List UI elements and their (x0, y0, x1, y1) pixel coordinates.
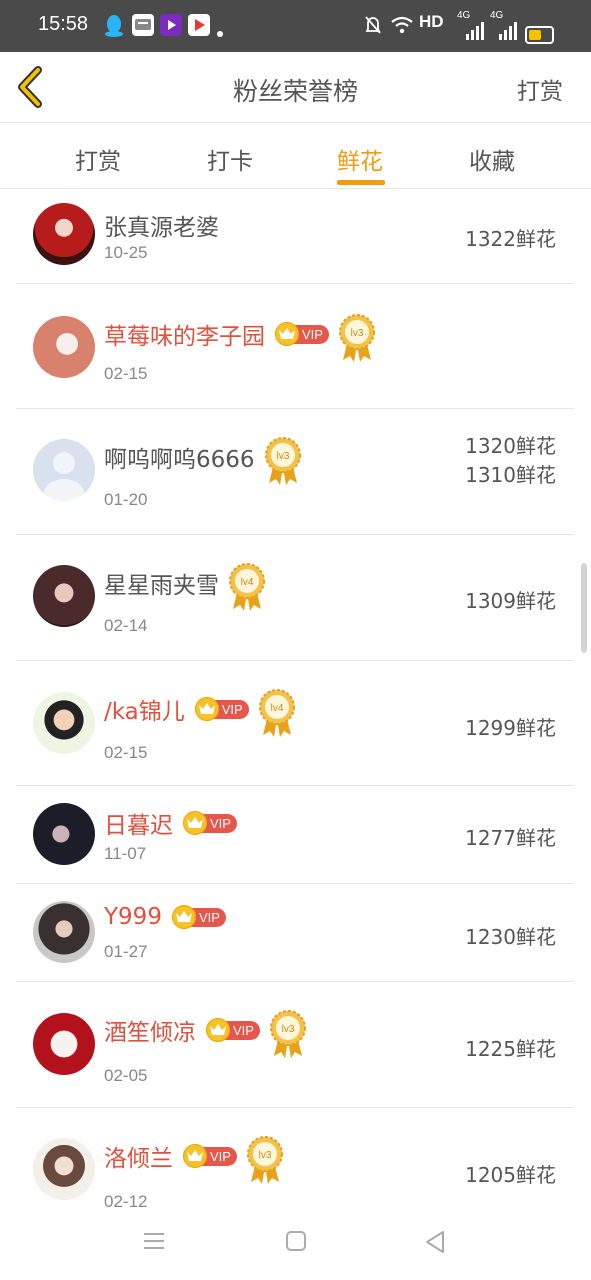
date-label: 01-27 (104, 942, 148, 961)
level-medal-icon: lv4 (257, 687, 297, 739)
user-name[interactable]: 日暮迟 (104, 806, 173, 840)
user-name[interactable]: Y999 (104, 904, 162, 930)
flower-count: 1205鲜花 (465, 1163, 556, 1187)
date-label: 01-20 (104, 490, 148, 509)
ranking-list: 张真源老婆 10-25 1322鲜花 草莓味的李子园 VIP lv3 02-15… (16, 189, 574, 1220)
vip-badge: VIP (183, 1144, 237, 1168)
flower-count: 1225鲜花 (465, 1037, 556, 1061)
list-item[interactable]: 日暮迟 VIP 11-07 1277鲜花 (16, 786, 574, 884)
wifi-icon (390, 16, 414, 39)
level-text: lv3 (351, 328, 364, 339)
system-nav-bar (0, 1212, 591, 1280)
signal-4g-label-2: 4G (490, 10, 504, 21)
avatar[interactable] (33, 901, 95, 963)
list-item[interactable]: 草莓味的李子园 VIP lv3 02-15 1320鲜花 (16, 284, 574, 458)
user-name[interactable]: /ka锦儿 (104, 692, 185, 726)
user-name[interactable]: 洛倾兰 (104, 1139, 173, 1173)
reward-button[interactable]: 打赏 (517, 72, 563, 106)
date-label: 10-25 (104, 243, 148, 262)
list-item[interactable]: Y999 VIP 01-27 1230鲜花 (16, 884, 574, 982)
app-header: 粉丝荣誉榜 打赏 (0, 52, 591, 123)
level-medal-icon: lv4 (227, 561, 267, 613)
active-tab-indicator (337, 180, 385, 185)
vip-badge: VIP (194, 697, 249, 721)
list-item[interactable]: 洛倾兰 VIP lv3 02-12 1205鲜花 (16, 1108, 574, 1220)
battery-icon (525, 26, 554, 44)
status-bar: 15:58 HD 4G 4G (0, 0, 591, 52)
notification-dot (217, 31, 223, 37)
message-app-icon (132, 14, 154, 36)
flower-count: 1277鲜花 (465, 826, 556, 850)
vip-badge: VIP (183, 811, 237, 835)
avatar[interactable] (33, 1013, 95, 1075)
vip-badge: VIP (206, 1018, 260, 1042)
crown-icon (183, 811, 207, 835)
user-name[interactable]: 草莓味的李子园 (104, 317, 265, 351)
tab-reward[interactable]: 打赏 (75, 142, 121, 176)
avatar[interactable] (33, 203, 95, 265)
avatar[interactable] (33, 565, 95, 627)
list-item[interactable]: 酒笙倾凉 VIP lv3 02-05 1225鲜花 (16, 982, 574, 1108)
video-app-icon (160, 14, 182, 36)
flower-count: 1299鲜花 (465, 716, 556, 740)
avatar[interactable] (33, 1138, 95, 1200)
date-label: 02-12 (104, 1192, 148, 1211)
avatar[interactable] (33, 803, 95, 865)
tab-bar: 打赏 打卡 鲜花 收藏 (0, 122, 591, 189)
level-medal-icon: lv3 (337, 312, 377, 364)
level-medal-icon: lv3 (263, 435, 303, 487)
scrollbar-thumb[interactable] (581, 563, 587, 653)
mute-bell-icon (364, 15, 382, 40)
page-title: 粉丝荣誉榜 (232, 77, 358, 106)
tab-flowers[interactable]: 鲜花 (337, 142, 383, 176)
signal-bars-icon-1 (466, 22, 484, 45)
home-icon[interactable] (285, 1230, 307, 1256)
tab-favorites[interactable]: 收藏 (469, 142, 515, 176)
signal-4g-label-1: 4G (457, 10, 471, 21)
crown-icon (183, 1144, 207, 1168)
user-name[interactable]: 张真源老婆 (104, 208, 219, 242)
level-text: lv3 (282, 1024, 295, 1035)
hd-label: HD (419, 12, 444, 31)
list-item[interactable]: 星星雨夹雪 lv4 02-14 1309鲜花 (16, 535, 574, 661)
flower-count: 1230鲜花 (465, 925, 556, 949)
flower-count: 1309鲜花 (465, 589, 556, 613)
crown-icon (275, 322, 299, 346)
avatar[interactable] (33, 692, 95, 754)
avatar[interactable] (33, 316, 95, 378)
crown-icon (194, 697, 219, 721)
list-item[interactable]: 张真源老婆 10-25 1322鲜花 (16, 189, 574, 284)
level-text: lv4 (270, 703, 283, 714)
date-label: 02-14 (104, 616, 148, 635)
signal-bars-icon-2 (499, 22, 517, 45)
date-label: 11-07 (104, 844, 147, 863)
user-name[interactable]: 啊呜啊呜6666 (104, 440, 255, 474)
date-label: 02-15 (104, 743, 148, 762)
avatar[interactable] (33, 439, 95, 501)
menu-icon[interactable] (143, 1230, 165, 1256)
flower-count: 1322鲜花 (465, 227, 556, 251)
status-time: 15:58 (38, 13, 89, 35)
crown-icon (171, 905, 196, 929)
tv-app-icon (188, 14, 210, 36)
qq-icon (103, 14, 125, 37)
date-label: 02-15 (104, 364, 148, 383)
list-item[interactable]: 啊呜啊呜6666 lv3 01-20 1310鲜花 (16, 409, 574, 535)
user-name[interactable]: 酒笙倾凉 (104, 1013, 196, 1047)
crown-icon (206, 1018, 230, 1042)
level-text: lv3 (276, 451, 289, 462)
date-label: 02-05 (104, 1066, 148, 1085)
level-medal-icon: lv3 (245, 1134, 285, 1186)
level-medal-icon: lv3 (268, 1008, 308, 1060)
vip-badge: VIP (171, 905, 226, 929)
level-text: lv4 (241, 577, 254, 588)
back-triangle-icon[interactable] (424, 1230, 446, 1258)
tab-checkin[interactable]: 打卡 (207, 142, 253, 176)
list-item[interactable]: /ka锦儿 VIP lv4 02-15 1299鲜花 (16, 661, 574, 786)
vip-badge: VIP (275, 322, 329, 346)
user-name[interactable]: 星星雨夹雪 (104, 566, 219, 600)
flower-count: 1310鲜花 (465, 463, 556, 487)
level-text: lv3 (259, 1150, 272, 1161)
